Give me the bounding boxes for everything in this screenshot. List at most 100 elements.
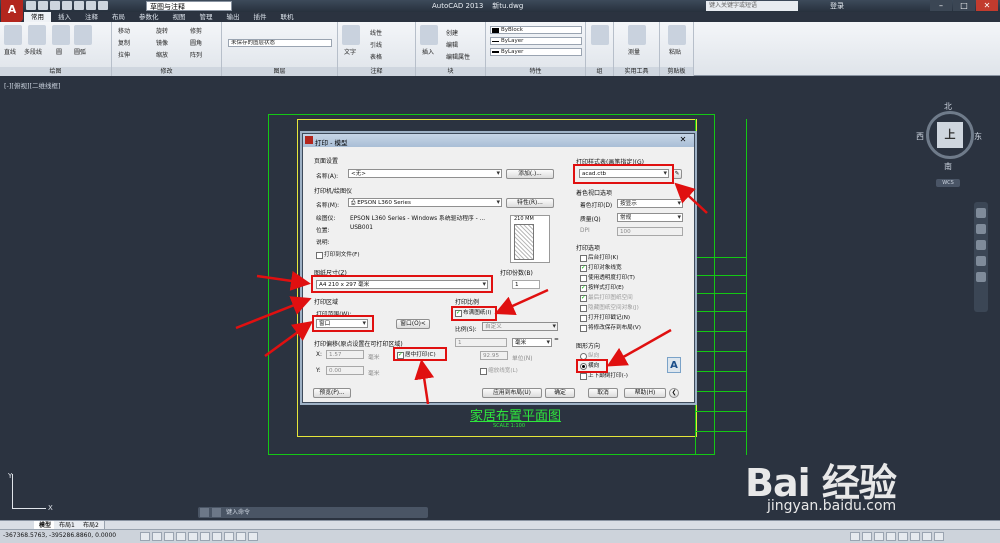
tab-layout[interactable]: 布局 bbox=[105, 12, 132, 22]
login-button[interactable]: 登录 bbox=[830, 1, 844, 11]
printer-select[interactable]: ⎙ EPSON L360 Series bbox=[348, 198, 502, 207]
minimize-icon[interactable]: – bbox=[930, 0, 952, 11]
autocad-logo-icon[interactable]: A bbox=[1, 0, 23, 22]
search-input[interactable]: 键入关键字或短语 bbox=[706, 1, 798, 11]
viewport-label[interactable]: [-][俯视][二维线框] bbox=[4, 80, 61, 90]
quality-select[interactable]: 常规 bbox=[617, 213, 683, 222]
shade-plot-select[interactable]: 按显示 bbox=[617, 199, 683, 208]
tab-view[interactable]: 视图 bbox=[166, 12, 193, 22]
tab-online[interactable]: 联机 bbox=[274, 12, 301, 22]
copies-stepper[interactable]: 1 bbox=[512, 280, 540, 289]
otrack-icon[interactable] bbox=[200, 532, 210, 541]
preview-button[interactable]: 预览(P)... bbox=[313, 388, 351, 398]
save-changes-to-layout-checkbox[interactable]: 将修改保存到布局(V) bbox=[580, 325, 641, 332]
west-label[interactable]: 西 bbox=[916, 131, 924, 142]
wcs-menu[interactable]: WCS bbox=[936, 179, 960, 187]
status-menu-icon[interactable] bbox=[922, 532, 932, 541]
dyn-icon[interactable] bbox=[224, 532, 234, 541]
line-icon[interactable] bbox=[4, 25, 22, 45]
polar-icon[interactable] bbox=[176, 532, 186, 541]
insert-block-icon[interactable] bbox=[420, 25, 438, 45]
stretch-button[interactable]: 拉伸 bbox=[118, 50, 130, 59]
help-button[interactable]: 帮助(H) bbox=[624, 388, 666, 398]
save-as-icon[interactable] bbox=[62, 1, 72, 10]
transparency-icon[interactable] bbox=[248, 532, 258, 541]
move-button[interactable]: 移动 bbox=[118, 26, 130, 35]
scale-units-input[interactable]: 92.95 bbox=[480, 351, 508, 360]
array-button[interactable]: 阵列 bbox=[190, 50, 202, 59]
dialog-title-bar[interactable]: 打印 - 模型 ✕ bbox=[303, 134, 694, 147]
command-options-icon[interactable] bbox=[212, 508, 221, 517]
dialog-close-icon[interactable]: ✕ bbox=[676, 135, 690, 145]
east-label[interactable]: 东 bbox=[974, 131, 982, 142]
plot-stamp-checkbox[interactable]: 打开打印戳记(N) bbox=[580, 315, 630, 322]
create-block-button[interactable]: 创建 bbox=[446, 28, 458, 37]
command-line[interactable]: 键入命令 bbox=[198, 507, 428, 518]
plot-to-file-checkbox[interactable]: 打印到文件(F) bbox=[316, 252, 360, 259]
scale-select[interactable]: 自定义 bbox=[482, 322, 558, 331]
apply-to-layout-button[interactable]: 应用到布局(U) bbox=[482, 388, 542, 398]
plot-with-styles-checkbox[interactable]: 按样式打印(E) bbox=[580, 284, 624, 292]
mirror-button[interactable]: 镜像 bbox=[156, 38, 168, 47]
color-select[interactable]: ByBlock bbox=[490, 26, 582, 34]
lineweight-select[interactable]: ByLayer bbox=[490, 48, 582, 56]
circle-icon[interactable] bbox=[52, 25, 70, 45]
undo-icon[interactable] bbox=[86, 1, 96, 10]
print-icon[interactable] bbox=[74, 1, 84, 10]
linetype-select[interactable]: ByLayer bbox=[490, 37, 582, 45]
upside-down-checkbox[interactable]: 上下颠倒打印(-) bbox=[580, 373, 628, 380]
redo-icon[interactable] bbox=[98, 1, 108, 10]
command-input[interactable]: 键入命令 bbox=[226, 509, 250, 516]
snap-icon[interactable] bbox=[140, 532, 150, 541]
group-icon[interactable] bbox=[591, 25, 609, 45]
south-label[interactable]: 南 bbox=[944, 161, 952, 172]
linear-button[interactable]: 线性 bbox=[370, 28, 382, 37]
rotate-button[interactable]: 旋转 bbox=[156, 26, 168, 35]
isolate-objects-icon[interactable] bbox=[910, 532, 920, 541]
plot-transparency-checkbox[interactable]: 使用透明度打印(T) bbox=[580, 275, 635, 282]
top-face[interactable]: 上 bbox=[937, 122, 963, 148]
lineweight-icon[interactable] bbox=[236, 532, 246, 541]
window-pick-button[interactable]: 窗口(O)< bbox=[396, 319, 430, 329]
clean-screen-icon[interactable] bbox=[934, 532, 944, 541]
hide-paperspace-objects-checkbox[interactable]: 隐藏图纸空间对象(J) bbox=[580, 305, 639, 312]
tab-plugins[interactable]: 插件 bbox=[247, 12, 274, 22]
trim-button[interactable]: 修剪 bbox=[190, 26, 202, 35]
orbit-icon[interactable] bbox=[976, 256, 986, 266]
pan-icon[interactable] bbox=[976, 224, 986, 234]
steering-wheel-icon[interactable] bbox=[976, 208, 986, 218]
arc-icon[interactable] bbox=[74, 25, 92, 45]
polyline-icon[interactable] bbox=[28, 25, 46, 45]
dpi-input[interactable]: 100 bbox=[617, 227, 683, 236]
close-icon[interactable]: ✕ bbox=[976, 0, 998, 11]
cancel-button[interactable]: 取消 bbox=[588, 388, 618, 398]
hardware-acceleration-icon[interactable] bbox=[898, 532, 908, 541]
layer-state-select[interactable]: 未保存的图层状态 bbox=[228, 39, 332, 47]
scale-inches-input[interactable]: 1 bbox=[455, 338, 507, 347]
edit-attributes-button[interactable]: 编辑属性 bbox=[446, 52, 470, 61]
offset-y-input[interactable]: 0.00 bbox=[326, 366, 364, 375]
plot-paperspace-last-checkbox[interactable]: 最后打印图纸空间 bbox=[580, 294, 633, 302]
plot-lineweights-checkbox[interactable]: 打印对象线宽 bbox=[580, 264, 622, 272]
tab-insert[interactable]: 插入 bbox=[51, 12, 78, 22]
collapse-dialog-icon[interactable]: ❮ bbox=[669, 388, 679, 398]
open-icon[interactable] bbox=[38, 1, 48, 10]
page-setup-select[interactable]: <无> bbox=[348, 169, 502, 178]
ducs-icon[interactable] bbox=[212, 532, 222, 541]
maximize-icon[interactable]: □ bbox=[953, 0, 975, 11]
offset-x-input[interactable]: 1.57 bbox=[326, 350, 364, 359]
fillet-button[interactable]: 圆角 bbox=[190, 38, 202, 47]
add-page-setup-button[interactable]: 添加(.)... bbox=[506, 169, 554, 179]
viewcube[interactable]: 北 上 西 东 南 WCS bbox=[916, 101, 986, 191]
lock-icon[interactable] bbox=[886, 532, 896, 541]
save-icon[interactable] bbox=[50, 1, 60, 10]
tab-parametric[interactable]: 参数化 bbox=[132, 12, 166, 22]
tab-annotate[interactable]: 注释 bbox=[78, 12, 105, 22]
scale-lineweights-checkbox[interactable]: 缩放线宽(L) bbox=[480, 368, 518, 375]
tab-home[interactable]: 常用 bbox=[24, 12, 51, 22]
scale-button[interactable]: 缩放 bbox=[156, 50, 168, 59]
measure-icon[interactable] bbox=[628, 25, 646, 45]
new-icon[interactable] bbox=[26, 1, 36, 10]
plot-in-background-checkbox[interactable]: 后台打印(K) bbox=[580, 255, 618, 262]
tab-manage[interactable]: 管理 bbox=[193, 12, 220, 22]
